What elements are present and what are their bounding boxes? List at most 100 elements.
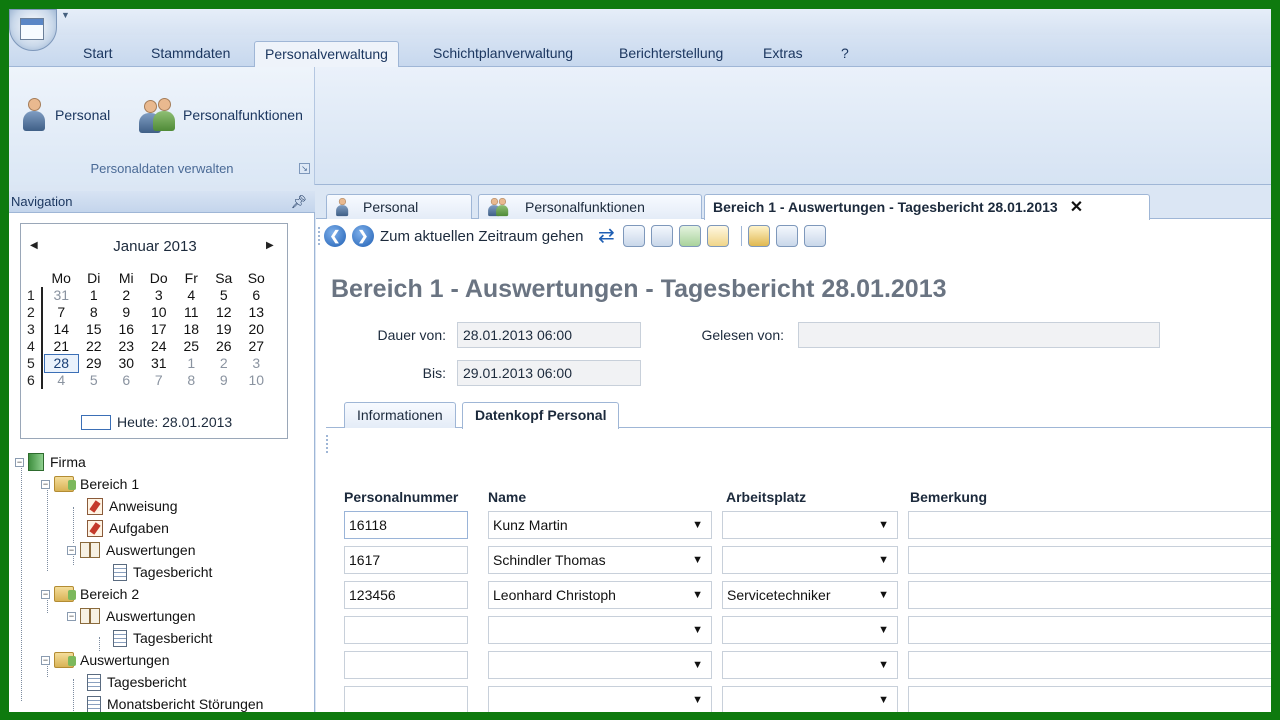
calendar-day[interactable]: 15 [78,321,111,338]
arbeitsplatz-dropdown[interactable]: ▼ [722,686,898,712]
calendar-day[interactable]: 28 [44,354,79,373]
calendar-day[interactable]: 26 [208,338,241,355]
calendar-day[interactable]: 9 [208,372,241,389]
quick-access-dropdown-icon[interactable]: ▼ [61,10,70,20]
calendar-day[interactable]: 8 [175,372,208,389]
calendar-day[interactable]: 25 [175,338,208,355]
tree-node-anweisung[interactable]: Anweisung [87,495,178,517]
calendar-today-link[interactable]: Heute: 28.01.2013 [81,414,232,430]
arbeitsplatz-dropdown[interactable]: ▼ [722,511,898,539]
dauer-von-field[interactable]: 28.01.2013 06:00 [457,322,641,348]
calendar-day[interactable]: 22 [78,338,111,355]
tree-node-auswertungen-3[interactable]: − Auswertungen [41,649,170,671]
tree-node-auswertungen-2[interactable]: − Auswertungen [67,605,196,627]
doc-tab-personal[interactable]: Personal [326,194,472,219]
column-header-personalnummer[interactable]: Personalnummer [344,489,458,505]
tree-node-tagesbericht-3[interactable]: Tagesbericht [87,671,186,693]
bemerkung-input[interactable] [908,616,1271,644]
excel-export-icon[interactable] [679,225,702,247]
print-preview-icon[interactable] [623,225,646,247]
collapse-icon[interactable]: − [15,457,24,467]
calendar-day[interactable]: 23 [110,338,143,355]
calendar-day[interactable]: 16 [110,321,143,338]
collapse-icon[interactable]: − [41,589,50,599]
tree-node-bereich1[interactable]: − Bereich 1 [41,473,139,495]
personalnummer-input[interactable] [344,686,468,712]
calendar-day[interactable]: 9 [110,304,143,321]
import-icon[interactable] [776,225,799,247]
column-header-name[interactable]: Name [488,489,526,505]
bemerkung-input[interactable] [908,546,1271,574]
doc-tab-tagesbericht[interactable]: Bereich 1 - Auswertungen - Tagesbericht … [704,194,1150,220]
calendar-day[interactable]: 3 [240,355,273,372]
calendar-day[interactable]: 7 [143,372,176,389]
personalnummer-input[interactable]: 1617 [344,546,468,574]
email-icon[interactable] [707,225,730,247]
dropdown-arrow-icon[interactable]: ▼ [692,652,703,678]
calendar-day[interactable]: 5 [208,287,241,304]
arbeitsplatz-dropdown[interactable]: Servicetechniker ▼ [722,581,898,609]
tree-node-bereich2[interactable]: − Bereich 2 [41,583,139,605]
calendar-next-month-icon[interactable]: ▶ [266,240,274,251]
close-tab-icon[interactable]: ✕ [1070,196,1083,219]
doc-tab-personalfunktionen[interactable]: Personalfunktionen [478,194,702,219]
name-dropdown[interactable]: ▼ [488,651,712,679]
calendar-day[interactable]: 27 [240,338,273,355]
personalnummer-input[interactable]: 123456 [344,581,468,609]
name-dropdown[interactable]: Leonhard Christoph ▼ [488,581,712,609]
toolbar-grip[interactable] [318,227,321,245]
calendar-day[interactable]: 6 [240,287,273,304]
calendar-day[interactable]: 7 [45,304,78,321]
dropdown-arrow-icon[interactable]: ▼ [692,582,703,608]
dropdown-arrow-icon[interactable]: ▼ [878,687,889,712]
name-dropdown[interactable]: ▼ [488,616,712,644]
calendar-day[interactable]: 2 [208,355,241,372]
calendar-day[interactable]: 12 [208,304,241,321]
dropdown-arrow-icon[interactable]: ▼ [692,687,703,712]
back-arrow-icon[interactable]: ❮ [324,225,346,247]
dropdown-arrow-icon[interactable]: ▼ [692,512,703,538]
calendar-day[interactable]: 8 [78,304,111,321]
tree-node-monatsbericht[interactable]: Monatsbericht Störungen [87,693,263,712]
bemerkung-input[interactable] [908,511,1271,539]
calendar-day[interactable]: 18 [175,321,208,338]
personalfunktionen-button[interactable]: Personalfunktionen [137,97,303,133]
tab-datenkopf-personal[interactable]: Datenkopf Personal [462,402,620,429]
personalnummer-input[interactable] [344,616,468,644]
tree-node-aufgaben[interactable]: Aufgaben [87,517,169,539]
collapse-icon[interactable]: − [67,545,76,555]
dropdown-arrow-icon[interactable]: ▼ [878,652,889,678]
dropdown-arrow-icon[interactable]: ▼ [692,547,703,573]
calendar-day[interactable]: 13 [240,304,273,321]
refresh-icon[interactable]: ⇄ [595,225,617,247]
dropdown-arrow-icon[interactable]: ▼ [692,617,703,643]
calendar-day[interactable]: 17 [143,321,176,338]
personalnummer-input[interactable] [344,651,468,679]
column-header-bemerkung[interactable]: Bemerkung [910,489,987,505]
tree-node-tagesbericht-1[interactable]: Tagesbericht [113,561,212,583]
dialog-launcher-icon[interactable]: ↘ [299,163,310,174]
calendar-day[interactable]: 6 [110,372,143,389]
dropdown-arrow-icon[interactable]: ▼ [878,512,889,538]
bemerkung-input[interactable] [908,651,1271,679]
bemerkung-input[interactable] [908,581,1271,609]
arbeitsplatz-dropdown[interactable]: ▼ [722,546,898,574]
calendar-day[interactable]: 31 [45,287,78,304]
name-dropdown[interactable]: Schindler Thomas ▼ [488,546,712,574]
dropdown-arrow-icon[interactable]: ▼ [878,547,889,573]
print-icon[interactable] [651,225,674,247]
calendar-day[interactable]: 24 [143,338,176,355]
name-dropdown[interactable]: ▼ [488,686,712,712]
calendar-day[interactable]: 10 [143,304,176,321]
arbeitsplatz-dropdown[interactable]: ▼ [722,651,898,679]
calendar-day[interactable]: 19 [208,321,241,338]
collapse-icon[interactable]: − [41,655,50,665]
calendar-day[interactable]: 5 [78,372,111,389]
calendar-day[interactable]: 4 [175,287,208,304]
tree-node-auswertungen-1[interactable]: − Auswertungen [67,539,196,561]
tree-node-firma[interactable]: − Firma [15,451,86,473]
forward-arrow-icon[interactable]: ❯ [352,225,374,247]
personal-button[interactable]: Personal [21,97,110,133]
ribbon-tab-schichtplanverwaltung[interactable]: Schichtplanverwaltung [423,41,583,67]
calendar-day[interactable]: 2 [110,287,143,304]
